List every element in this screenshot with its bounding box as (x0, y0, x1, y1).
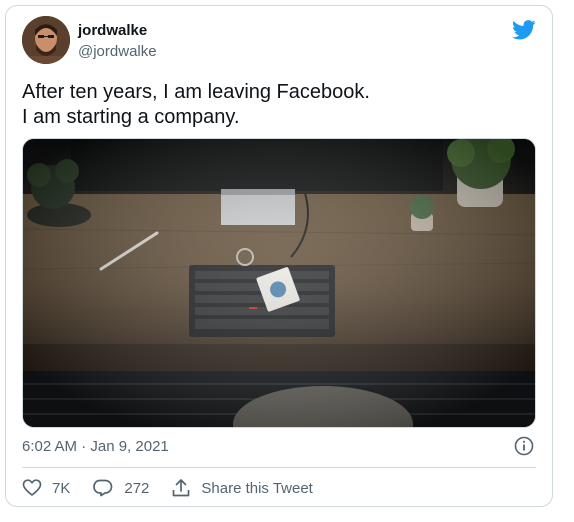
like-count: 7K (52, 479, 71, 497)
avatar-image (22, 16, 70, 64)
display-name[interactable]: jordwalke (78, 22, 147, 39)
twitter-bird-icon[interactable] (512, 20, 536, 40)
share-icon (173, 479, 190, 497)
tweet-timestamp[interactable]: 6:02 AM · Jan 9, 2021 (22, 438, 169, 455)
reply-count: 272 (124, 479, 150, 497)
reply-icon (93, 479, 113, 497)
heart-icon (22, 479, 42, 496)
reply-button[interactable]: 272 (92, 478, 149, 498)
tweet-text-line-1: After ten years, I am leaving Facebook. (22, 81, 370, 103)
share-button[interactable]: Share this Tweet (171, 478, 313, 498)
desk-keyboard-photo (23, 139, 535, 427)
info-icon[interactable] (514, 436, 534, 456)
tweet-media-image[interactable] (22, 138, 536, 428)
avatar[interactable] (22, 16, 70, 64)
share-label: Share this Tweet (201, 479, 313, 497)
tweet-text-line-2: I am starting a company. (22, 106, 240, 128)
divider (22, 467, 536, 468)
user-handle[interactable]: @jordwalke (78, 43, 157, 60)
tweet-card[interactable]: jordwalke @jordwalke After ten years, I … (5, 5, 553, 507)
tweet-text: After ten years, I am leaving Facebook. … (22, 80, 532, 130)
action-bar: 7K 272 Share this Tweet (22, 478, 335, 498)
like-button[interactable]: 7K (22, 478, 70, 498)
